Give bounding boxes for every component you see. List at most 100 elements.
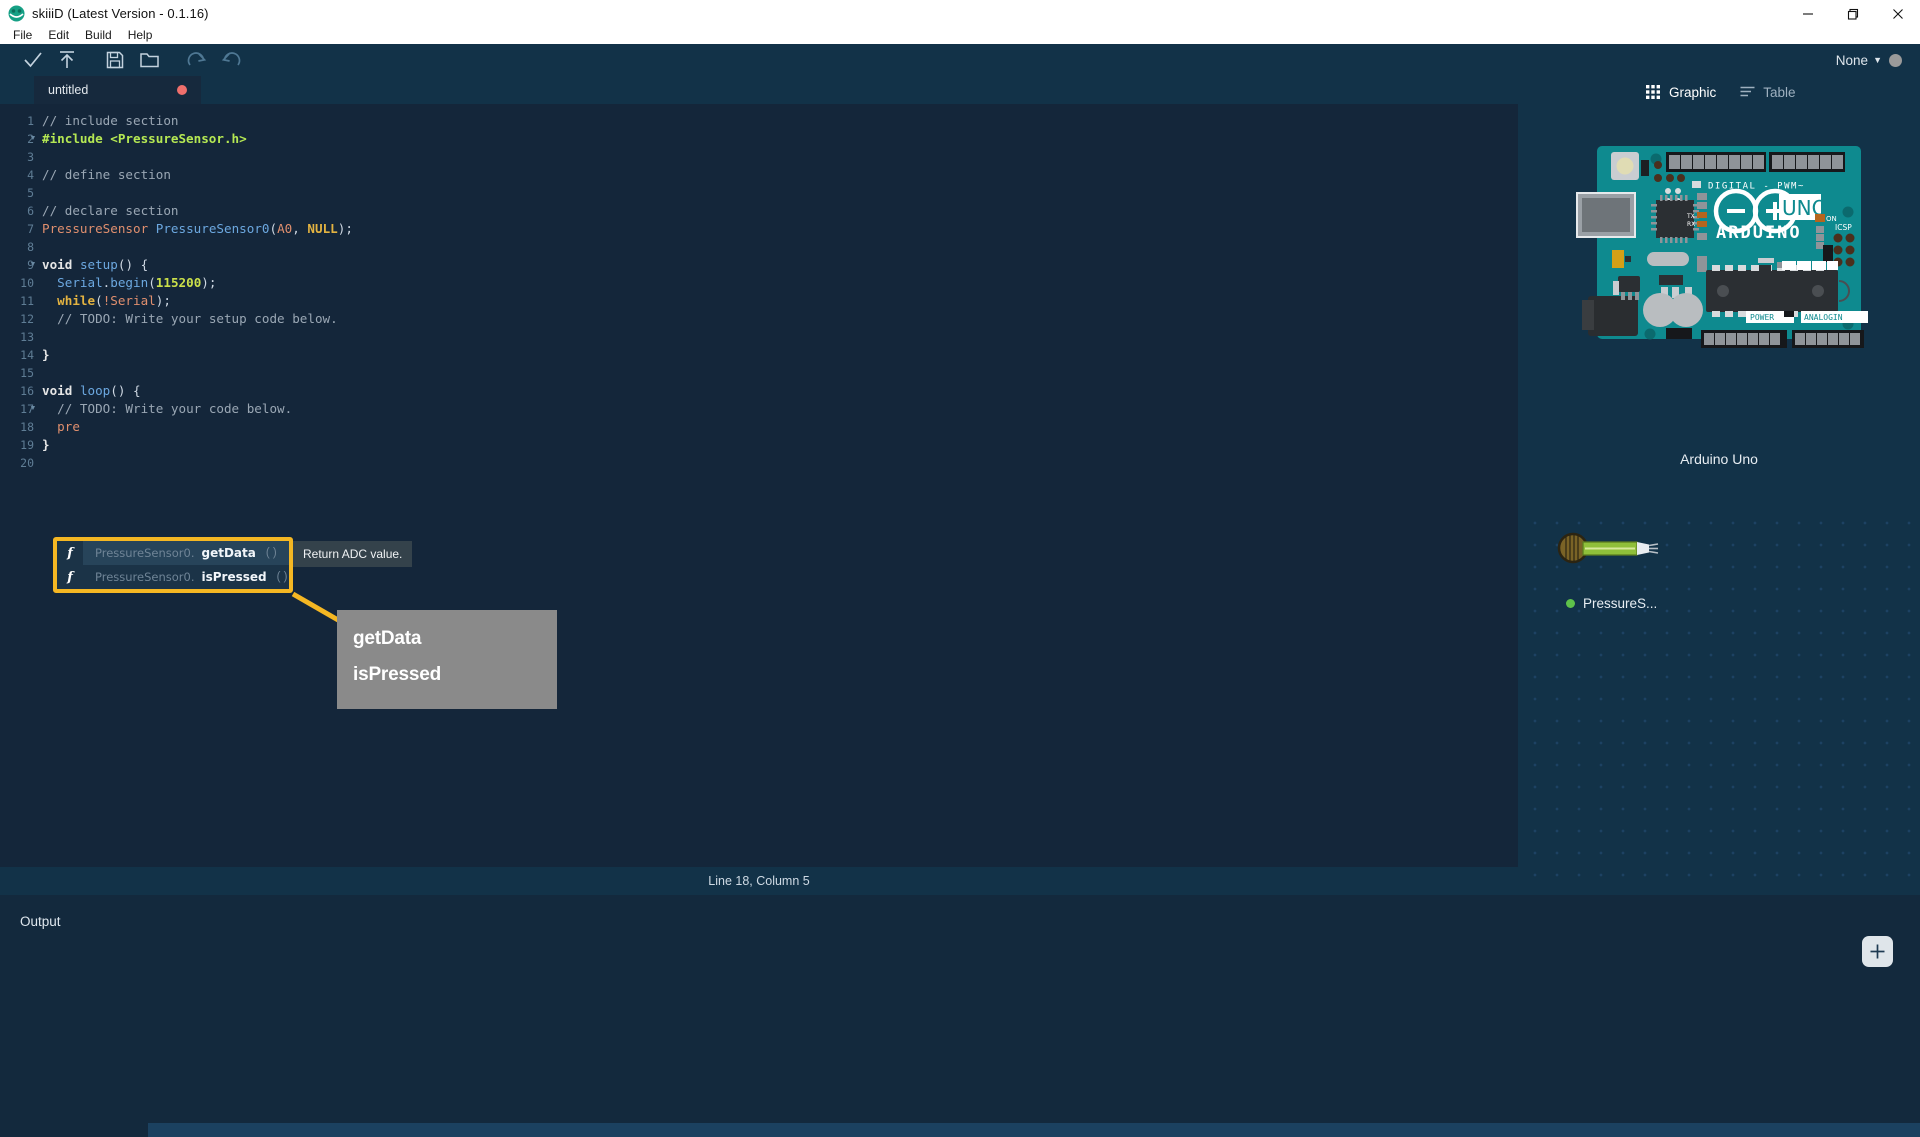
pressure-sensor-icon[interactable] [1557, 531, 1687, 567]
undo-button[interactable] [214, 45, 248, 75]
line-number: 15 [20, 366, 34, 380]
autocomplete-tooltip-text: Return ADC value. [303, 547, 403, 561]
code-line: // TODO: Write your code below. [57, 401, 293, 416]
svg-text:DIGITAL - PWM~: DIGITAL - PWM~ [1708, 182, 1805, 192]
open-button[interactable] [132, 45, 166, 75]
close-icon[interactable] [1875, 0, 1920, 27]
connection-status-indicator [1889, 53, 1902, 67]
svg-text:POWER: POWER [1750, 313, 1774, 322]
line-number: 16 [20, 384, 34, 398]
line-number: 10 [20, 276, 34, 290]
line-number: 7 [27, 222, 34, 236]
redo-button[interactable] [180, 45, 214, 75]
save-button[interactable] [98, 45, 132, 75]
menu-bar: File Edit Build Help [0, 27, 1920, 44]
line-number: 4 [27, 168, 34, 182]
upload-button[interactable] [50, 45, 84, 75]
line-number: 19 [20, 438, 34, 452]
skiiid-logo-icon [8, 5, 25, 22]
component-label-pressure-sensor[interactable]: PressureS... [1566, 596, 1657, 611]
function-icon: f [57, 541, 83, 565]
main-region: untitled 1 2 3 4 5 6 7 8 9 10 11 12 13 1… [0, 76, 1920, 967]
output-scrollbar-thumb[interactable] [148, 1123, 1920, 1137]
minimize-icon[interactable] [1785, 0, 1830, 27]
line-number: 18 [20, 420, 34, 434]
code-line: } [42, 347, 50, 362]
grid-icon [1646, 84, 1660, 99]
code-line: } [42, 437, 50, 452]
code-line: #include <PressureSensor.h> [42, 131, 247, 146]
editor-tab-untitled[interactable]: untitled [34, 76, 201, 104]
code-line: // TODO: Write your setup code below. [57, 311, 338, 326]
component-label-text: PressureS... [1583, 596, 1658, 611]
fold-marker-icon[interactable]: ▼ [29, 256, 37, 274]
autocomplete-item-name: isPressed [201, 570, 267, 584]
toolbar: None ▼ [0, 44, 1920, 76]
autocomplete-item-ispressed[interactable]: f PressureSensor0. isPressed ( ) [57, 565, 289, 589]
svg-text:ANALOGIN: ANALOGIN [1804, 313, 1843, 322]
line-number: 11 [20, 294, 34, 308]
line-number-gutter: 1 2 3 4 5 6 7 8 9 10 11 12 13 14 15 16 1… [0, 104, 40, 867]
callout-line-ispressed: isPressed [353, 664, 441, 685]
menu-item-build[interactable]: Build [77, 27, 120, 44]
code-line: // include section [42, 113, 179, 128]
board-select-value[interactable]: None [1836, 53, 1868, 68]
annotation-callout: getData isPressed [337, 610, 557, 709]
menu-item-file[interactable]: File [5, 27, 40, 44]
component-status-dot [1566, 599, 1575, 608]
autocomplete-popup[interactable]: f PressureSensor0. getData ( ) f Pressur… [57, 541, 289, 589]
verify-button[interactable] [16, 45, 50, 75]
editor-tab-label: untitled [48, 83, 89, 97]
line-number: 5 [27, 186, 34, 200]
function-icon: f [57, 565, 83, 589]
tab-table-label: Table [1763, 84, 1796, 100]
fold-marker-icon[interactable]: ▼ [29, 400, 37, 418]
chevron-down-icon[interactable]: ▼ [1873, 55, 1882, 65]
title-bar: skiiiD (Latest Version - 0.1.16) [0, 0, 1920, 27]
editor-status-bar: Line 18, Column 5 [0, 867, 1518, 895]
restore-icon[interactable] [1830, 0, 1875, 27]
arduino-uno-board-icon[interactable]: DIGITAL - PWM~ ARDUINO UNO TX RX ON ICSP… [1568, 138, 1871, 353]
typed-token: pre [57, 419, 80, 434]
board-name-label: Arduino Uno [1680, 451, 1758, 467]
line-number: 14 [20, 348, 34, 362]
svg-text:ARDUINO: ARDUINO [1716, 223, 1802, 243]
line-number: 13 [20, 330, 34, 344]
line-number: 1 [27, 114, 34, 128]
autocomplete-item-parens: ( ) [265, 547, 277, 559]
menu-item-edit[interactable]: Edit [40, 27, 77, 44]
window-title: skiiiD (Latest Version - 0.1.16) [32, 6, 209, 21]
tab-graphic[interactable]: Graphic [1646, 84, 1717, 100]
svg-text:TX: TX [1686, 213, 1695, 220]
tab-table[interactable]: Table [1740, 84, 1796, 100]
output-panel-title: Output [20, 914, 61, 929]
fold-marker-icon[interactable]: ▼ [29, 130, 37, 148]
editor-column: untitled 1 2 3 4 5 6 7 8 9 10 11 12 13 1… [0, 76, 1518, 895]
code-text-area[interactable]: // include section #include <PressureSen… [40, 104, 1518, 867]
add-component-button[interactable] [1862, 936, 1893, 967]
autocomplete-item-prefix: PressureSensor0. [95, 570, 195, 584]
device-panel-tabs: Graphic Table [1518, 76, 1920, 108]
tab-graphic-label: Graphic [1669, 84, 1717, 100]
line-number: 3 [27, 150, 34, 164]
svg-text:ICSP: ICSP [1835, 223, 1852, 232]
code-editor[interactable]: 1 2 3 4 5 6 7 8 9 10 11 12 13 14 15 16 1… [0, 104, 1518, 867]
code-line: Serial.begin(115200); [57, 275, 217, 290]
line-number: 8 [27, 240, 34, 254]
line-number: 20 [20, 456, 34, 470]
list-icon [1740, 86, 1755, 96]
unsaved-indicator-icon[interactable] [177, 85, 187, 95]
menu-item-help[interactable]: Help [120, 27, 161, 44]
editor-tab-bar: untitled [0, 76, 1518, 104]
output-scrollbar-gap [0, 1113, 148, 1137]
svg-text:ON: ON [1826, 215, 1837, 223]
autocomplete-item-name: getData [201, 546, 256, 560]
autocomplete-tooltip: Return ADC value. [293, 541, 413, 567]
autocomplete-item-getdata[interactable]: f PressureSensor0. getData ( ) [57, 541, 289, 565]
